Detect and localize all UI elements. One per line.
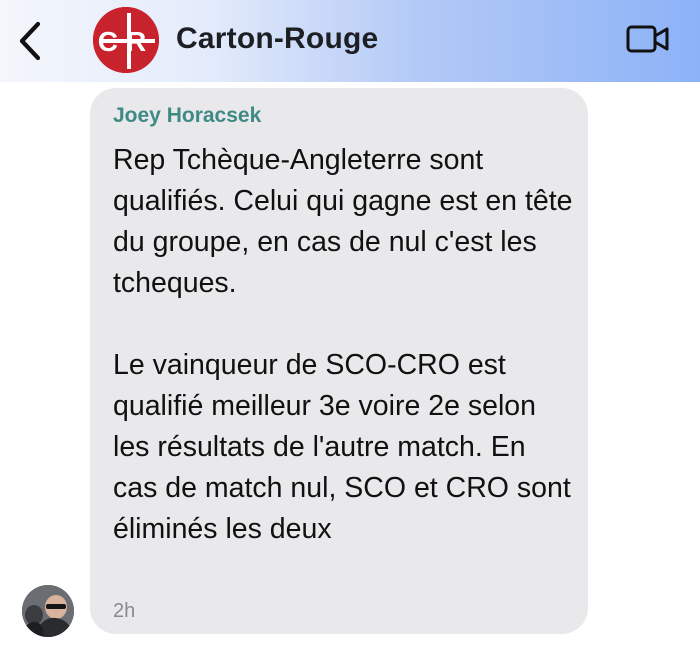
chat-header: CR Carton-Rouge: [0, 0, 700, 82]
group-avatar-logo: CR: [98, 26, 154, 57]
message-text: Rep Tchèque-Angleterre sont qualifiés. C…: [113, 144, 573, 545]
message-timestamp: 2h: [113, 600, 136, 622]
video-camera-icon: [626, 25, 669, 53]
message-bubble[interactable]: Joey Horacsek Rep Tchèque-Angleterre son…: [90, 88, 588, 634]
video-call-button[interactable]: [626, 22, 670, 58]
sender-avatar[interactable]: [22, 585, 74, 637]
chat-title[interactable]: Carton-Rouge: [176, 22, 378, 56]
back-button[interactable]: [12, 18, 48, 64]
sender-name[interactable]: Joey Horacsek: [113, 104, 261, 128]
group-avatar[interactable]: CR: [93, 7, 159, 73]
chevron-left-icon: [19, 21, 41, 61]
